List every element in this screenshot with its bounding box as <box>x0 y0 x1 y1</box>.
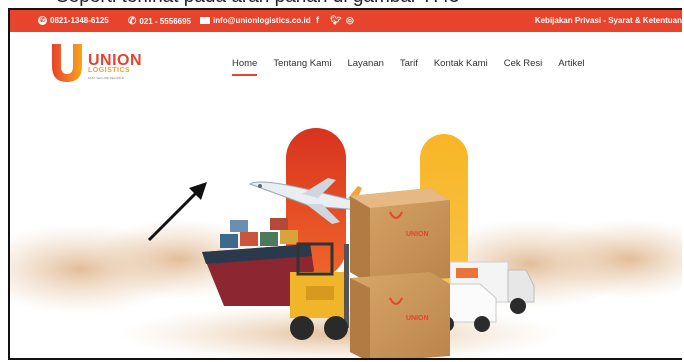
cardboard-box-bottom: UNION <box>350 272 450 358</box>
nav-layanan[interactable]: Layanan <box>347 58 383 69</box>
email-contact[interactable]: info@unionlogistics.co.id <box>200 16 311 25</box>
box-label: UNION <box>406 231 429 238</box>
union-u-icon <box>52 44 82 82</box>
nav-tarif[interactable]: Tarif <box>400 58 418 69</box>
nav-artikel[interactable]: Artikel <box>558 58 584 69</box>
site-header: UNION LOGISTICS FAST SECURE RELIABLE Hom… <box>10 32 682 94</box>
union-logo[interactable]: UNION LOGISTICS FAST SECURE RELIABLE <box>50 40 150 86</box>
cardboard-box-top: UNION <box>350 188 450 284</box>
tel-text: 021 - 5556695 <box>139 17 191 26</box>
whatsapp-icon: ✆ <box>38 16 47 25</box>
hero-banner: UNION UNION <box>10 94 682 358</box>
logo-sub: LOGISTICS <box>88 67 131 74</box>
box-label-2: UNION <box>406 315 429 322</box>
phone-icon: ✆ <box>128 16 137 27</box>
logo-tagline: FAST SECURE RELIABLE <box>88 76 124 80</box>
nav-cek-resi[interactable]: Cek Resi <box>504 58 543 69</box>
email-text: info@unionlogistics.co.id <box>213 16 311 25</box>
caption-text: Seperti terlihat pada arah panah di gamb… <box>56 0 460 8</box>
contact-bar: ✆ 0821-1348-6125 ✆ 021 - 5556695 info@un… <box>10 10 682 32</box>
annotation-arrow-icon <box>147 182 207 242</box>
facebook-icon[interactable]: f <box>316 15 319 25</box>
tel-contact[interactable]: ✆ 021 - 5556695 <box>128 16 191 27</box>
browser-frame: ✆ 0821-1348-6125 ✆ 021 - 5556695 info@un… <box>8 8 682 360</box>
twitter-icon[interactable]: 🐦︎ <box>330 15 341 26</box>
nav-kontak-kami[interactable]: Kontak Kami <box>434 58 488 69</box>
nav-tentang-kami[interactable]: Tentang Kami <box>273 58 331 69</box>
nav-home[interactable]: Home <box>232 58 258 76</box>
policy-links[interactable]: Kebijakan Privasi - Syarat & Ketentuan <box>535 16 682 25</box>
phone-text: 0821-1348-6125 <box>50 16 109 25</box>
phone-contact[interactable]: ✆ 0821-1348-6125 <box>38 16 109 25</box>
mail-icon <box>200 17 210 24</box>
instagram-icon[interactable]: ◎ <box>346 15 354 26</box>
hero-illustration: UNION UNION <box>10 128 682 358</box>
main-nav: Home Tentang Kami Layanan Tarif Kontak K… <box>232 32 601 94</box>
